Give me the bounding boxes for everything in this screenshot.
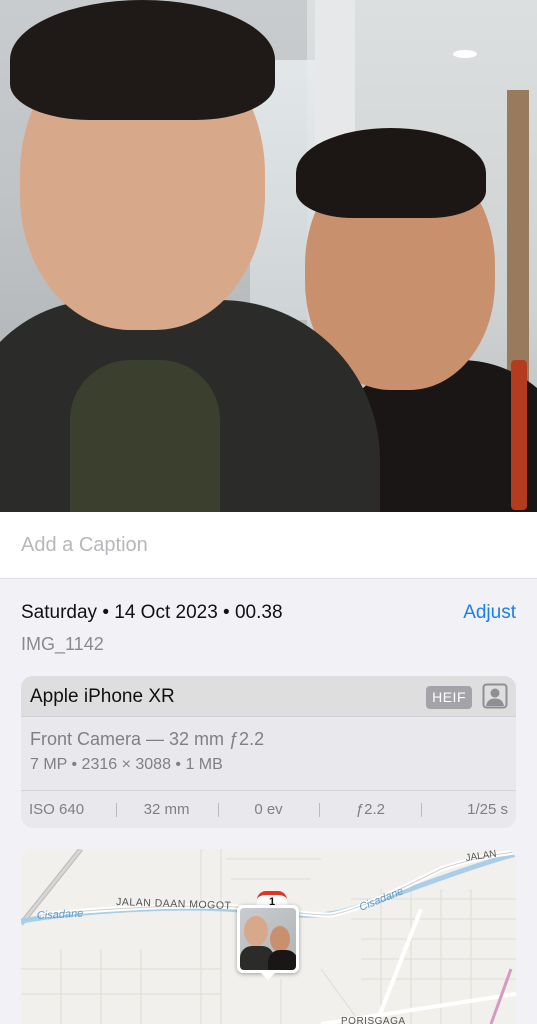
lens-info: Front Camera — 32 mm ƒ2.2 [30, 729, 265, 749]
person-left-hair [10, 0, 275, 120]
map-photo-pin[interactable] [237, 905, 299, 980]
photo-info-panel: Saturday • 14 Oct 2023 • 00.38 Adjust IM… [0, 580, 537, 1024]
adjust-button[interactable]: Adjust [463, 602, 516, 624]
exif-exposure-value: 0 ev [217, 801, 320, 818]
exif-aperture: ƒ2.2 [319, 801, 421, 818]
exif-focal-length: 32 mm [115, 801, 218, 818]
caption-area [0, 512, 537, 579]
thumb-person-right [270, 926, 290, 952]
person-right-shirt-pattern [511, 360, 527, 510]
photo-wood-frame [507, 90, 529, 390]
exif-shutter-speed: 1/25 s [421, 801, 516, 818]
image-specs: 7 MP • 2316 × 3088 • 1 MB [30, 756, 223, 773]
photo-date: Saturday • 14 Oct 2023 • 00.38 [21, 602, 283, 623]
person-right-hair [296, 128, 486, 218]
camera-info-header: Apple iPhone XR HEIF [21, 676, 516, 717]
location-map[interactable]: Cisadane JALAN DAAN MOGOT Cisadane JALAN… [21, 849, 516, 1024]
thumb-person-left [244, 916, 268, 946]
thumb-body-right [268, 950, 296, 970]
person-left-shirt [70, 360, 220, 512]
photo-filename: IMG_1142 [21, 634, 104, 654]
map-label-area: PORISGAGA [341, 1016, 406, 1024]
map-label-river-1: Cisadane [37, 908, 84, 922]
camera-info-card: Apple iPhone XR HEIF Front Camera — 32 m… [21, 676, 516, 828]
portrait-person-icon [482, 683, 508, 709]
photo-ceiling-light [453, 50, 477, 58]
caption-input[interactable] [21, 534, 516, 557]
exif-iso: ISO 640 [29, 801, 85, 818]
map-photo-thumbnail [240, 908, 296, 970]
device-name: Apple iPhone XR [30, 686, 175, 707]
exif-row: ISO 640 32 mm 0 ev ƒ2.2 1/25 s [21, 790, 516, 828]
format-badge: HEIF [426, 686, 472, 709]
photo-viewer[interactable] [0, 0, 537, 512]
